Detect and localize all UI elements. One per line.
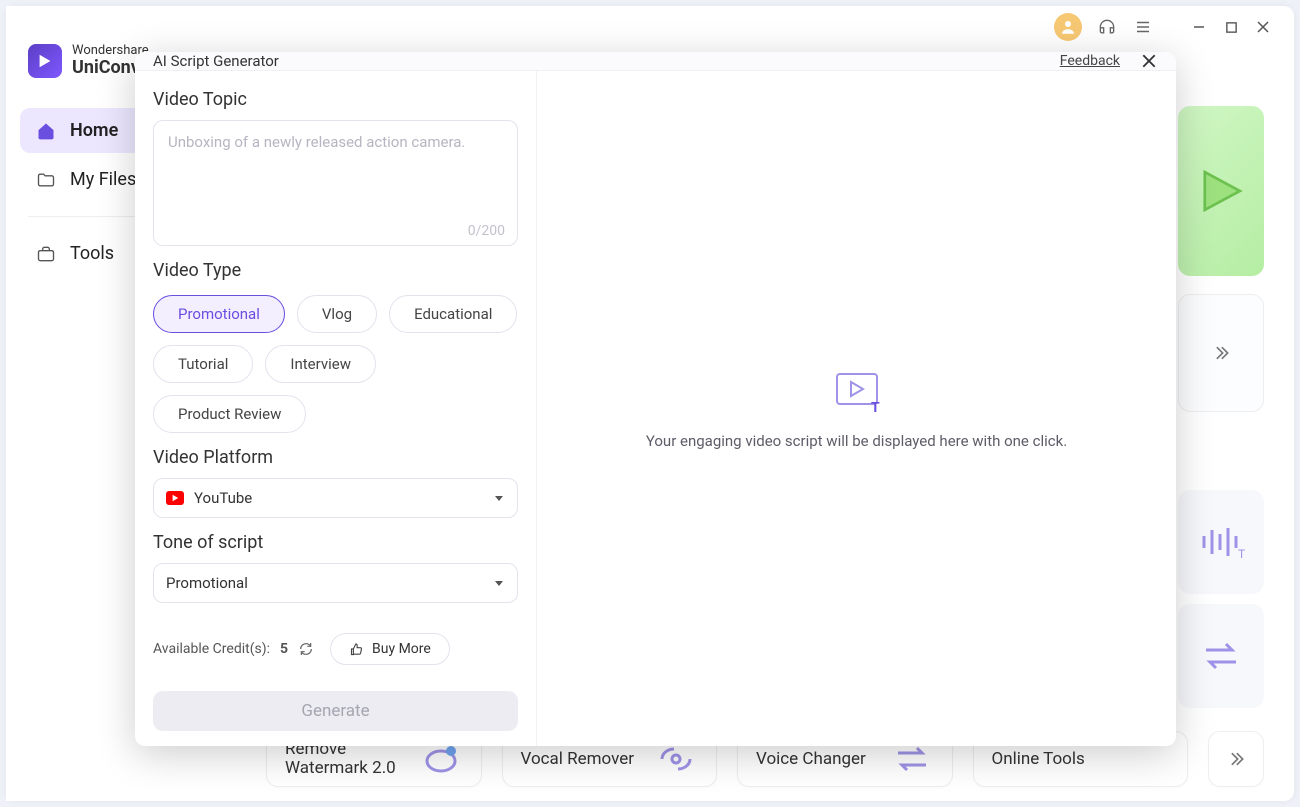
video-platform-select[interactable]: YouTube xyxy=(153,478,518,518)
sidebar-item-label: Tools xyxy=(70,243,114,264)
type-chip-educational[interactable]: Educational xyxy=(389,295,517,333)
config-panel: Video Topic 0/200 Video Type Promotional… xyxy=(135,71,537,746)
type-chip-tutorial[interactable]: Tutorial xyxy=(153,345,253,383)
credits-row: Available Credit(s): 5 Buy More xyxy=(153,613,518,665)
modal-header: AI Script Generator Feedback xyxy=(135,52,1176,71)
video-topic-box: 0/200 xyxy=(153,120,518,246)
tool-label: Watermark 2.0 xyxy=(285,759,396,778)
chevron-down-icon xyxy=(493,492,505,504)
chevron-down-icon xyxy=(493,577,505,589)
youtube-icon xyxy=(166,491,184,505)
thumbs-up-icon xyxy=(349,642,364,657)
credits-count: 5 xyxy=(280,641,288,657)
peek-card-more[interactable] xyxy=(1178,294,1264,412)
support-icon[interactable] xyxy=(1096,16,1118,38)
feedback-link[interactable]: Feedback xyxy=(1060,53,1120,69)
tool-label: Online Tools xyxy=(992,749,1085,769)
avatar[interactable] xyxy=(1054,13,1082,41)
credits-label: Available Credit(s): xyxy=(153,641,270,657)
folder-icon xyxy=(36,170,56,190)
modal-title: AI Script Generator xyxy=(153,52,279,70)
type-chip-interview[interactable]: Interview xyxy=(265,345,376,383)
video-platform-label: Video Platform xyxy=(153,447,518,468)
svg-text:T: T xyxy=(871,400,880,414)
ai-script-generator-dialog: AI Script Generator Feedback Video Topic… xyxy=(135,52,1176,746)
svg-text:T: T xyxy=(1238,547,1245,561)
peek-card-audio[interactable]: T xyxy=(1178,490,1264,594)
video-topic-input[interactable] xyxy=(168,133,503,213)
tool-label: Voice Changer xyxy=(756,749,866,769)
main-window: Wondershare UniConverter Home My Files T… xyxy=(6,6,1294,801)
close-window-button[interactable] xyxy=(1254,18,1272,36)
type-chip-product-review[interactable]: Product Review xyxy=(153,395,306,433)
generate-button[interactable]: Generate xyxy=(153,691,518,731)
preview-hint: Your engaging video script will be displ… xyxy=(646,432,1067,450)
tool-card-more[interactable] xyxy=(1208,731,1264,787)
toolbox-icon xyxy=(36,244,56,264)
video-type-label: Video Type xyxy=(153,260,518,281)
peek-card-convert[interactable] xyxy=(1178,604,1264,708)
char-count: 0/200 xyxy=(468,223,505,239)
sidebar-item-label: My Files xyxy=(70,169,136,190)
buy-more-button[interactable]: Buy More xyxy=(330,633,450,665)
peek-card-green[interactable] xyxy=(1178,106,1264,276)
script-preview-icon: T xyxy=(833,370,881,410)
video-topic-label: Video Topic xyxy=(153,89,518,110)
tone-label: Tone of script xyxy=(153,532,518,553)
type-chip-vlog[interactable]: Vlog xyxy=(297,295,377,333)
tool-label: Vocal Remover xyxy=(521,749,635,769)
tone-value: Promotional xyxy=(166,574,248,592)
close-icon[interactable] xyxy=(1140,52,1158,70)
modal-body: Video Topic 0/200 Video Type Promotional… xyxy=(135,71,1176,746)
logo-icon xyxy=(28,44,62,78)
refresh-icon[interactable] xyxy=(298,641,314,657)
menu-icon[interactable] xyxy=(1132,16,1154,38)
tone-select[interactable]: Promotional xyxy=(153,563,518,603)
titlebar xyxy=(1054,6,1294,48)
preview-panel: T Your engaging video script will be dis… xyxy=(537,71,1176,746)
sidebar-item-label: Home xyxy=(70,120,118,141)
type-chip-promotional[interactable]: Promotional xyxy=(153,295,285,333)
video-type-grid: Promotional Vlog Educational Tutorial In… xyxy=(153,295,518,433)
buy-more-label: Buy More xyxy=(372,641,431,657)
platform-value: YouTube xyxy=(194,489,252,507)
minimize-button[interactable] xyxy=(1190,18,1208,36)
maximize-button[interactable] xyxy=(1222,18,1240,36)
home-icon xyxy=(36,121,56,141)
